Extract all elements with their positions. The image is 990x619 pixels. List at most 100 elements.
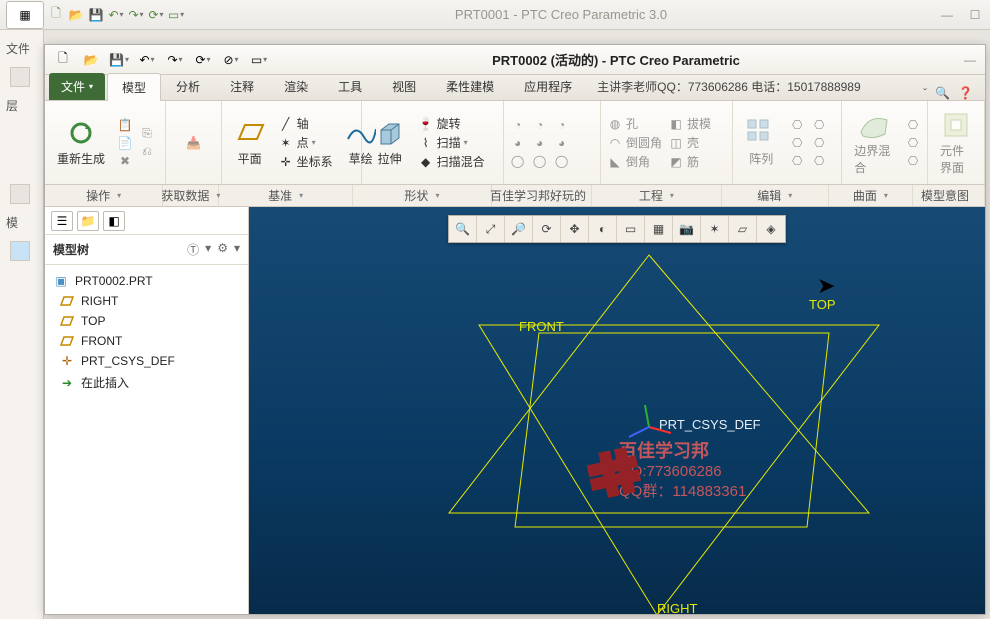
qa-regen-button[interactable]: ⟳ <box>191 49 215 71</box>
tree-tab1-button[interactable]: ☰ <box>51 211 73 231</box>
draft-button[interactable]: ◧拔模 <box>668 115 711 132</box>
swept-blend-button[interactable]: ◆扫描混合 <box>418 153 485 170</box>
rib-button[interactable]: ◩筋 <box>668 153 711 170</box>
edit3-button[interactable]: ⎔ <box>789 153 805 169</box>
tree-item-insert[interactable]: ➔在此插入 <box>49 371 244 394</box>
gl-datum[interactable]: 基准 <box>219 185 353 206</box>
extrude-button[interactable]: 拉伸 <box>368 116 412 169</box>
gl-edit[interactable]: 编辑 <box>722 185 829 206</box>
outer-models-tab[interactable]: 模 <box>0 210 43 235</box>
getdata-button[interactable]: 📥 <box>172 126 216 160</box>
outer-layers-tab[interactable]: 层 <box>0 93 43 118</box>
revolve-button[interactable]: 🍷旋转 <box>418 115 485 132</box>
bj9-button[interactable]: ◯ <box>554 153 570 169</box>
paste-button[interactable]: 📄 <box>117 135 133 151</box>
redo-icon[interactable]: ↷ <box>128 7 144 23</box>
bj6-button[interactable]: ◯ <box>532 153 548 169</box>
open-icon[interactable]: 📂 <box>68 7 84 23</box>
point-button[interactable]: ✶点▾ <box>278 134 333 151</box>
bj7-button[interactable]: ◔ <box>554 117 570 133</box>
shell-button[interactable]: ◫壳 <box>668 134 711 151</box>
qa-redo-button[interactable]: ↷ <box>163 49 187 71</box>
outer-file-tab[interactable]: 文件 <box>0 36 43 61</box>
bj2-button[interactable]: ◕ <box>510 135 526 151</box>
tab-apps[interactable]: 应用程序 <box>509 72 587 100</box>
op1-button[interactable]: ⎘ <box>139 126 155 142</box>
bj1-button[interactable]: ◔ <box>510 117 526 133</box>
tree-item-right[interactable]: RIGHT <box>49 291 244 311</box>
edit4-button[interactable]: ⎔ <box>811 117 827 133</box>
intent-button[interactable]: 元件界面 <box>934 108 978 178</box>
tree-tool2-icon[interactable]: ▾ <box>205 241 211 258</box>
edit2-button[interactable]: ⎔ <box>789 135 805 151</box>
tab-model[interactable]: 模型 <box>107 73 161 101</box>
copy-button[interactable]: 📋 <box>117 117 133 133</box>
qa-close-button[interactable]: ⊘ <box>219 49 243 71</box>
op2-button[interactable]: ⎌ <box>139 144 155 160</box>
delete-button[interactable]: ✖ <box>117 153 133 169</box>
undo-icon[interactable]: ↶ <box>108 7 124 23</box>
outer-stub2-icon[interactable] <box>10 184 30 204</box>
maximize-button[interactable]: ☐ <box>966 8 984 22</box>
qa-undo-button[interactable]: ↶ <box>135 49 159 71</box>
tab-file[interactable]: 文件▾ <box>49 73 105 100</box>
gl-surf[interactable]: 曲面 <box>829 185 913 206</box>
windows-icon[interactable]: ▭ <box>168 7 184 23</box>
search-icon[interactable]: 🔍 <box>935 86 950 100</box>
outer-stub-icon[interactable] <box>10 67 30 87</box>
bj4-button[interactable]: ◔ <box>532 117 548 133</box>
edit1-button[interactable]: ⎔ <box>789 117 805 133</box>
round-button[interactable]: ◠倒圆角 <box>607 134 662 151</box>
tab-view[interactable]: 视图 <box>377 72 431 100</box>
regen-button[interactable]: 重新生成 <box>51 116 111 169</box>
viewport[interactable]: 🔍 ⤢ 🔎 ⟳ ✥ ◐ ▭ ▦ 📷 ✶ ▱ ◈ <box>249 207 985 614</box>
outer-app-icon[interactable]: ▦ <box>6 1 44 29</box>
edit5-button[interactable]: ⎔ <box>811 135 827 151</box>
qa-save-button[interactable]: 💾 <box>107 49 131 71</box>
qa-windows-button[interactable]: ▭ <box>247 49 271 71</box>
chamfer-button[interactable]: ◣倒角 <box>607 153 662 170</box>
tree-tab3-button[interactable]: ◧ <box>103 211 125 231</box>
surf2-button[interactable]: ⎔ <box>905 135 921 151</box>
sweep-button[interactable]: ⌇扫描▾ <box>418 134 485 151</box>
gl-getdata[interactable]: 获取数据 <box>163 185 219 206</box>
tab-flex[interactable]: 柔性建模 <box>431 72 509 100</box>
tree-root[interactable]: ▣PRT0002.PRT <box>49 271 244 291</box>
edit6-button[interactable]: ⎔ <box>811 153 827 169</box>
boundary-button[interactable]: 边界混合 <box>848 108 899 178</box>
tree-tool3-icon[interactable]: ⚙ <box>217 241 228 258</box>
gl-intent[interactable]: 模型意图 <box>913 185 985 206</box>
bj8-button[interactable]: ◕ <box>554 135 570 151</box>
tree-tool1-icon[interactable]: Ⓣ <box>187 241 199 258</box>
new-icon[interactable]: 🗋 <box>48 7 64 23</box>
gl-actions[interactable]: 操作 <box>45 185 163 206</box>
gl-eng[interactable]: 工程 <box>592 185 722 206</box>
axis-button[interactable]: ╱轴 <box>278 115 333 132</box>
plane-button[interactable]: 平面 <box>228 116 272 169</box>
tree-tool4-icon[interactable]: ▾ <box>234 241 240 258</box>
bj3-button[interactable]: ◯ <box>510 153 526 169</box>
tree-item-csys[interactable]: ✛PRT_CSYS_DEF <box>49 351 244 371</box>
tab-render[interactable]: 渲染 <box>269 72 323 100</box>
inner-minimize-button[interactable]: — <box>961 53 979 67</box>
regen-icon[interactable]: ⟳ <box>148 7 164 23</box>
help-icon[interactable]: ❓ <box>958 86 973 100</box>
surf1-button[interactable]: ⎔ <box>905 117 921 133</box>
tree-item-front[interactable]: FRONT <box>49 331 244 351</box>
save-icon[interactable]: 💾 <box>88 7 104 23</box>
gl-shapes[interactable]: 形状 <box>353 185 492 206</box>
tab-tools[interactable]: 工具 <box>323 72 377 100</box>
minimize-button[interactable]: — <box>938 8 956 22</box>
tree-tab2-button[interactable]: 📁 <box>77 211 99 231</box>
pattern-button[interactable]: 阵列 <box>739 116 783 169</box>
csys-button[interactable]: ✛坐标系 <box>278 153 333 170</box>
tree-item-top[interactable]: TOP <box>49 311 244 331</box>
bj5-button[interactable]: ◕ <box>532 135 548 151</box>
ribbon-min-icon[interactable]: ˇ <box>923 86 927 100</box>
gl-bj[interactable]: 百佳学习邦好玩的 <box>492 185 592 206</box>
qa-open-button[interactable]: 📂 <box>79 49 103 71</box>
surf3-button[interactable]: ⎔ <box>905 153 921 169</box>
hole-button[interactable]: ◍孔 <box>607 115 662 132</box>
outer-stub3-icon[interactable] <box>10 241 30 261</box>
qa-new-button[interactable]: 🗋 <box>51 49 75 71</box>
